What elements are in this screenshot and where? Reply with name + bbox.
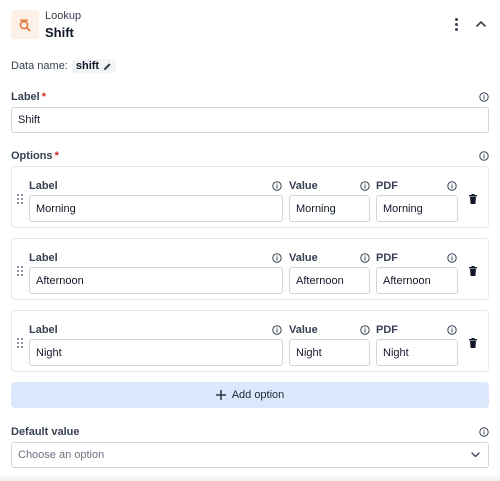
default-value-label: Default value (11, 426, 80, 438)
option-item: Label Value PDF Afternoon Afternoon Afte… (11, 238, 489, 300)
option-label-heading: Label (29, 252, 58, 264)
label-field-label: Label * (11, 91, 46, 103)
drag-handle-icon[interactable] (17, 194, 25, 206)
field-type-label: Lookup (45, 10, 82, 22)
option-label-input[interactable]: Morning (29, 195, 283, 222)
field-header: Lookup Shift (11, 10, 489, 40)
drag-handle-icon[interactable] (17, 338, 25, 350)
options-label-text: Options (11, 150, 53, 162)
trash-icon[interactable] (469, 266, 477, 276)
option-pdf-heading: PDF (376, 180, 398, 192)
data-name-row: Data name: shift (11, 58, 117, 74)
option-value-heading: Value (289, 180, 318, 192)
info-icon[interactable] (447, 325, 457, 335)
info-icon[interactable] (360, 325, 370, 335)
option-pdf-input[interactable]: Night (376, 339, 458, 366)
option-pdf-heading: PDF (376, 252, 398, 264)
trash-icon[interactable] (469, 194, 477, 204)
add-option-label: Add option (231, 389, 285, 401)
info-icon[interactable] (479, 92, 489, 102)
lookup-icon (11, 10, 39, 39)
info-icon[interactable] (360, 181, 370, 191)
data-name-value[interactable]: shift (71, 59, 117, 73)
info-icon[interactable] (272, 325, 282, 335)
scroll-fade (0, 474, 500, 481)
info-icon[interactable] (272, 181, 282, 191)
option-pdf-input[interactable]: Morning (376, 195, 458, 222)
info-icon[interactable] (479, 151, 489, 161)
option-label-heading: Label (29, 180, 58, 192)
option-item: Label Value PDF Night Night Night (11, 310, 489, 372)
option-value-heading: Value (289, 252, 318, 264)
drag-handle-icon[interactable] (17, 266, 25, 278)
default-value-select[interactable]: Choose an option (11, 442, 489, 468)
plus-icon (215, 390, 226, 400)
info-icon[interactable] (447, 181, 457, 191)
more-options-icon[interactable] (448, 15, 464, 33)
option-label-input[interactable]: Afternoon (29, 267, 283, 294)
field-title: Shift (45, 25, 74, 40)
pencil-icon[interactable] (103, 62, 112, 71)
data-name-label: Data name: (11, 60, 68, 72)
add-option-button[interactable]: Add option (11, 382, 489, 408)
default-value-placeholder: Choose an option (18, 449, 105, 461)
option-value-input[interactable]: Afternoon (289, 267, 370, 294)
chevron-down-icon (471, 452, 480, 458)
option-pdf-input[interactable]: Afternoon (376, 267, 458, 294)
label-input[interactable]: Shift (11, 107, 489, 133)
option-value-heading: Value (289, 324, 318, 336)
info-icon[interactable] (447, 253, 457, 263)
trash-icon[interactable] (469, 338, 477, 348)
option-value-input[interactable]: Night (289, 339, 370, 366)
option-value-input[interactable]: Morning (289, 195, 370, 222)
option-item: Label Value PDF Morning Morning Morning (11, 166, 489, 228)
data-name-text: shift (75, 60, 100, 72)
chevron-up-icon[interactable] (473, 16, 489, 32)
option-pdf-heading: PDF (376, 324, 398, 336)
info-icon[interactable] (272, 253, 282, 263)
label-field-label-text: Label (11, 91, 40, 103)
options-label: Options * (11, 150, 59, 162)
option-label-input[interactable]: Night (29, 339, 283, 366)
required-mark: * (41, 91, 47, 103)
required-mark: * (54, 150, 59, 162)
info-icon[interactable] (360, 253, 370, 263)
info-icon[interactable] (479, 427, 489, 437)
option-label-heading: Label (29, 324, 58, 336)
